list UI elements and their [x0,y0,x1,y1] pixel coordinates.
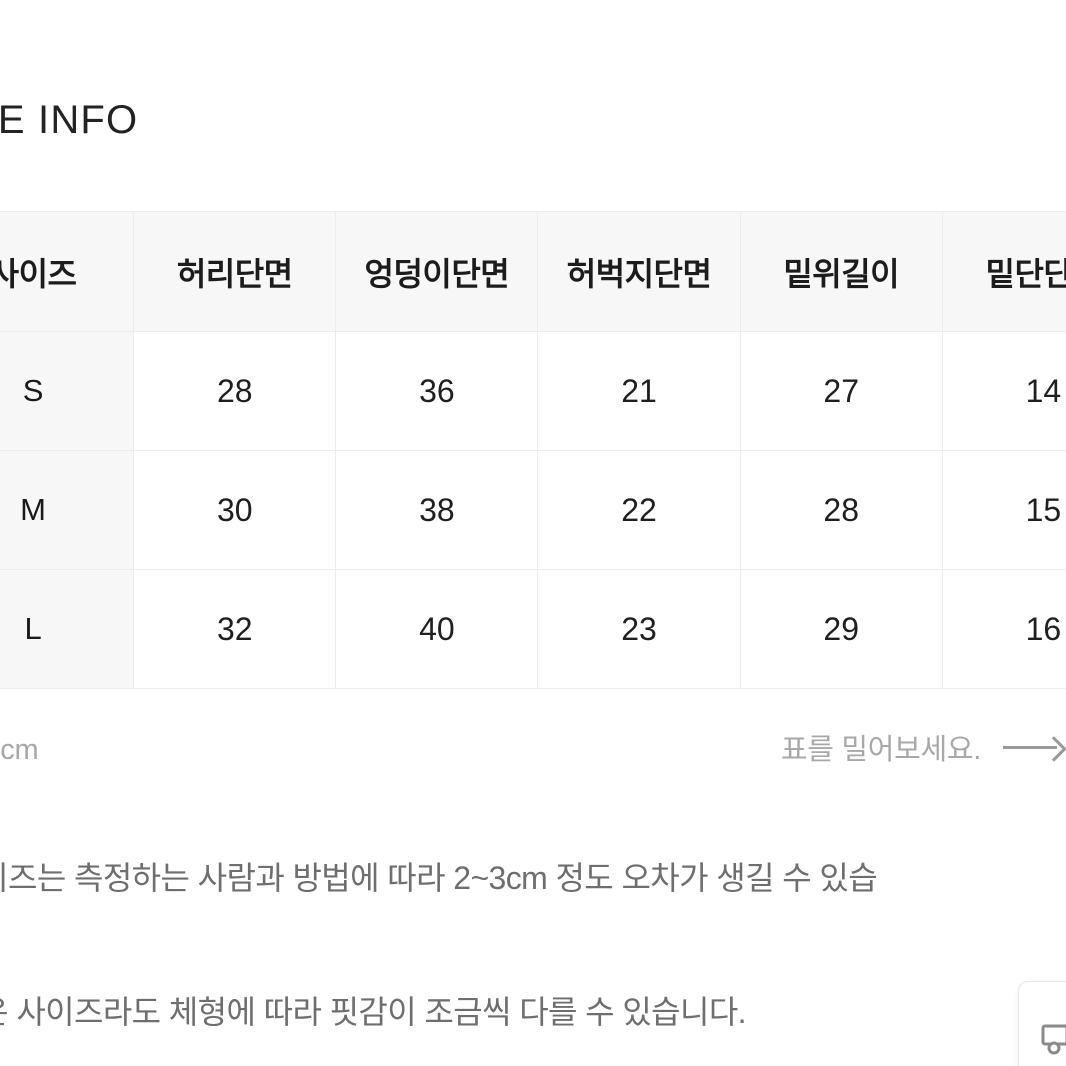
table-row: M 30 38 22 28 15 [0,450,1066,570]
cell-s-hem: 14 [941,331,1066,451]
cell-s-thigh: 21 [537,331,741,451]
page-title: SIZE INFO [0,98,139,142]
cell-size-s: S [0,331,135,451]
cell-s-waist: 28 [133,331,337,451]
note-line-2: 니다. [0,912,1022,979]
column-header-rise: 밑위길이 [739,211,943,332]
unit-label: 단위: cm [0,734,39,766]
size-info-page: SIZE INFO 사이즈 허리단면 엉덩이단면 허벅지단면 밑위길이 밑단단면 [0,0,1066,1066]
cell-m-waist: 30 [133,450,337,570]
cell-s-hip: 36 [335,331,539,451]
size-table-head: 사이즈 허리단면 엉덩이단면 허벅지단면 밑위길이 밑단단면 [0,211,1066,332]
cell-l-hem: 16 [941,569,1066,689]
cell-l-rise: 29 [739,569,943,689]
size-notes: - 사이즈는 측정하는 사람과 방법에 따라 2~3cm 정도 오차가 생길 수… [0,845,1022,1046]
table-footnote-row: 단위: cm 표를 밀어보세요. [0,718,1066,778]
column-header-hip: 엉덩이단면 [335,211,539,332]
column-header-thigh: 허벅지단면 [537,211,741,332]
column-header-waist: 허리단면 [133,211,337,332]
cell-l-hip: 40 [335,569,539,689]
swipe-hint: 표를 밀어보세요. [781,726,1063,768]
cell-l-waist: 32 [133,569,337,689]
note-line-1: - 사이즈는 측정하는 사람과 방법에 따라 2~3cm 정도 오차가 생길 수… [0,860,878,896]
column-header-size: 사이즈 [0,211,135,332]
table-row: S 28 36 21 27 14 [0,331,1066,451]
column-header-hem: 밑단단면 [941,211,1066,332]
delivery-info-floating-button[interactable] [1018,981,1066,1066]
table-row: L 32 40 23 29 16 [0,569,1066,689]
note-line-3: - 같은 사이즈라도 체형에 따라 핏감이 조금씩 다를 수 있습니다. [0,994,747,1030]
arrow-right-icon [1003,737,1063,757]
cell-size-l: L [0,569,135,689]
cell-m-hip: 38 [335,450,539,570]
cell-m-rise: 28 [739,450,943,570]
delivery-truck-icon [1041,1024,1066,1055]
cell-s-rise: 27 [739,331,943,451]
swipe-hint-label: 표를 밀어보세요. [780,734,981,766]
cell-size-m: M [0,450,135,570]
table-header-row: 사이즈 허리단면 엉덩이단면 허벅지단면 밑위길이 밑단단면 [0,211,1066,332]
size-table: 사이즈 허리단면 엉덩이단면 허벅지단면 밑위길이 밑단단면 S 28 36 2… [0,211,1066,689]
cell-m-hem: 15 [941,450,1066,570]
size-table-container[interactable]: 사이즈 허리단면 엉덩이단면 허벅지단면 밑위길이 밑단단면 S 28 36 2… [0,211,1066,689]
size-table-body: S 28 36 21 27 14 M 30 38 22 28 15 L 32 4… [0,331,1066,689]
cell-l-thigh: 23 [537,569,741,689]
cell-m-thigh: 22 [537,450,741,570]
